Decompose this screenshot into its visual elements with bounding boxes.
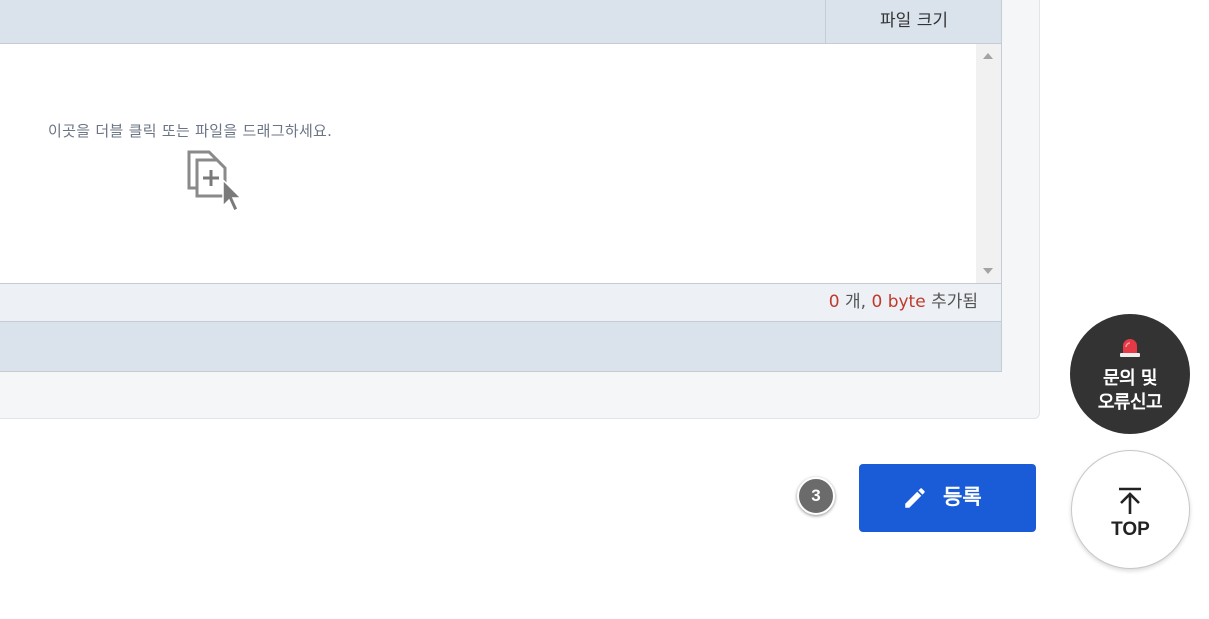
uploader-footer	[0, 322, 1001, 371]
drop-hint: 이곳을 더블 클릭 또는 파일을 드래그하세요.	[48, 122, 333, 140]
file-add-icon	[187, 150, 243, 213]
report-error-button[interactable]: 문의 및 오류신고	[1070, 314, 1190, 434]
column-header-file-size: 파일 크기	[825, 0, 1002, 43]
file-bytes: 0 byte	[871, 292, 926, 312]
drop-zone-scrollbar[interactable]	[976, 44, 1001, 283]
scroll-down-icon[interactable]	[983, 268, 993, 274]
step-badge: 3	[797, 477, 835, 515]
added-suffix: 추가됨	[925, 292, 978, 312]
report-label-line2: 오류신고	[1097, 392, 1163, 413]
upload-status-bar: 0 개, 0 byte 추가됨	[0, 283, 1001, 322]
file-count-unit: 개,	[839, 292, 872, 312]
file-uploader: 파일 크기 이곳을 더블 클릭 또는 파일을 드래그하세요. 0 개, 0 by…	[0, 0, 1002, 372]
uploader-header: 파일 크기	[0, 0, 1001, 44]
arrow-up-icon	[1119, 487, 1141, 514]
report-label-line1: 문의 및	[1103, 368, 1157, 389]
siren-icon	[1120, 339, 1140, 357]
submit-button-label: 등록	[943, 485, 982, 509]
scroll-to-top-button[interactable]: TOP	[1071, 450, 1190, 569]
pencil-icon	[905, 488, 925, 508]
submit-button[interactable]: 등록	[859, 464, 1036, 532]
upload-summary: 0 개, 0 byte 추가됨	[829, 284, 978, 321]
file-count: 0	[828, 292, 840, 312]
file-drop-zone[interactable]: 이곳을 더블 클릭 또는 파일을 드래그하세요.	[0, 44, 976, 283]
editor-panel: 파일 크기 이곳을 더블 클릭 또는 파일을 드래그하세요. 0 개, 0 by…	[0, 0, 1040, 419]
scroll-to-top-label: TOP	[1111, 519, 1150, 540]
scroll-up-icon[interactable]	[983, 53, 993, 59]
